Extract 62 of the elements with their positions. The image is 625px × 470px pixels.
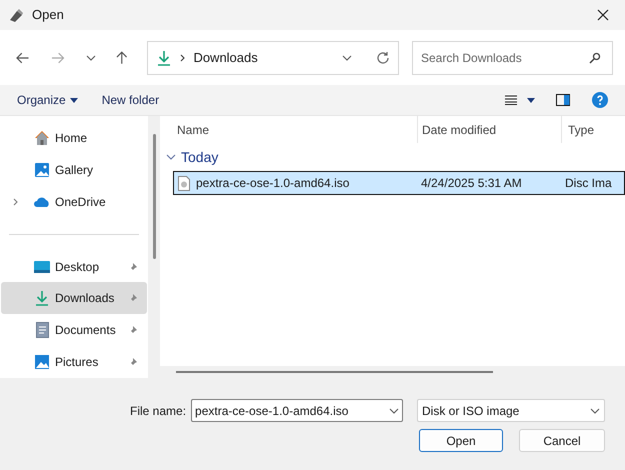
organize-button[interactable]: Organize xyxy=(17,91,78,109)
disc-file-icon xyxy=(178,176,190,190)
new-folder-button[interactable]: New folder xyxy=(102,91,160,109)
column-header[interactable]: Type xyxy=(561,116,625,143)
sidebar-label: Gallery xyxy=(55,162,94,179)
preview-pane-icon[interactable] xyxy=(556,94,570,106)
column-header[interactable]: Date modified xyxy=(417,116,561,143)
back-arrow-icon[interactable] xyxy=(16,52,30,64)
sidebar-label: OneDrive xyxy=(55,194,106,211)
file-name: pextra-ce-ose-1.0-amd64.iso xyxy=(196,175,350,192)
sidebar-item[interactable]: Desktop xyxy=(1,250,147,282)
horizontal-scrollbar-thumb[interactable] xyxy=(176,371,493,373)
up-arrow-icon[interactable] xyxy=(116,50,128,64)
cloud-icon xyxy=(33,196,51,208)
sidebar-label: Documents xyxy=(55,322,116,340)
search-icon xyxy=(589,52,601,64)
house-icon xyxy=(34,130,50,146)
forward-arrow-icon[interactable] xyxy=(51,52,65,64)
file-date: 4/24/2025 5:31 AM xyxy=(420,175,523,192)
file-name-field[interactable]: pextra-ce-ose-1.0-amd64.iso xyxy=(191,399,404,422)
file-row[interactable]: pextra-ce-ose-1.0-amd64.iso 4/24/2025 5:31 AM Disc Ima xyxy=(173,171,625,195)
caret-icon xyxy=(70,98,78,102)
close-icon[interactable] xyxy=(597,9,609,21)
picture-icon xyxy=(34,354,50,370)
address-bar[interactable]: Downloads xyxy=(147,40,399,74)
sidebar-label: Pictures xyxy=(55,354,98,372)
sidebar-item[interactable]: Pictures xyxy=(1,346,147,378)
view-list-icon[interactable] xyxy=(505,95,517,105)
recent-locations-caret-icon xyxy=(86,54,96,60)
desktop-icon xyxy=(34,260,50,272)
refresh-icon[interactable] xyxy=(376,50,390,64)
file-type: Disc Ima xyxy=(564,175,612,192)
breadcrumb-chevron-icon xyxy=(180,54,186,62)
usb-drive-icon xyxy=(8,8,24,22)
file-type-dropdown[interactable]: Disk or ISO image xyxy=(417,399,605,422)
group-header[interactable]: Today xyxy=(160,143,625,171)
sidebar-label: Downloads xyxy=(55,290,114,308)
window-title: Open xyxy=(32,6,64,24)
download-icon xyxy=(34,290,50,306)
search-field[interactable]: Search Downloads xyxy=(412,40,613,74)
dropdown-caret-icon xyxy=(590,408,600,414)
sidebar-item[interactable]: Home xyxy=(1,122,147,154)
document-icon xyxy=(36,322,48,338)
expand-chevron-icon[interactable] xyxy=(13,198,18,206)
download-icon xyxy=(156,50,172,66)
column-header[interactable]: Name xyxy=(160,116,417,143)
sidebar-item[interactable]: Downloads xyxy=(1,282,147,314)
open-button[interactable]: Open xyxy=(419,429,503,452)
file-name-label: File name: xyxy=(130,402,186,420)
sidebar-label: Desktop xyxy=(55,258,100,276)
dropdown-caret-icon xyxy=(389,408,400,414)
gallery-icon xyxy=(34,162,50,178)
help-icon[interactable] xyxy=(592,92,608,108)
sidebar-item[interactable]: Gallery xyxy=(1,154,147,186)
scrollbar-thumb[interactable] xyxy=(152,134,156,259)
address-location: Downloads xyxy=(193,48,258,67)
address-dropdown-icon xyxy=(342,54,352,60)
cancel-button[interactable]: Cancel xyxy=(519,429,605,452)
sidebar-item[interactable]: OneDrive xyxy=(1,186,147,218)
sidebar-label: Home xyxy=(55,130,88,147)
sidebar-item[interactable]: Documents xyxy=(1,314,147,346)
caret-icon[interactable] xyxy=(527,98,535,102)
